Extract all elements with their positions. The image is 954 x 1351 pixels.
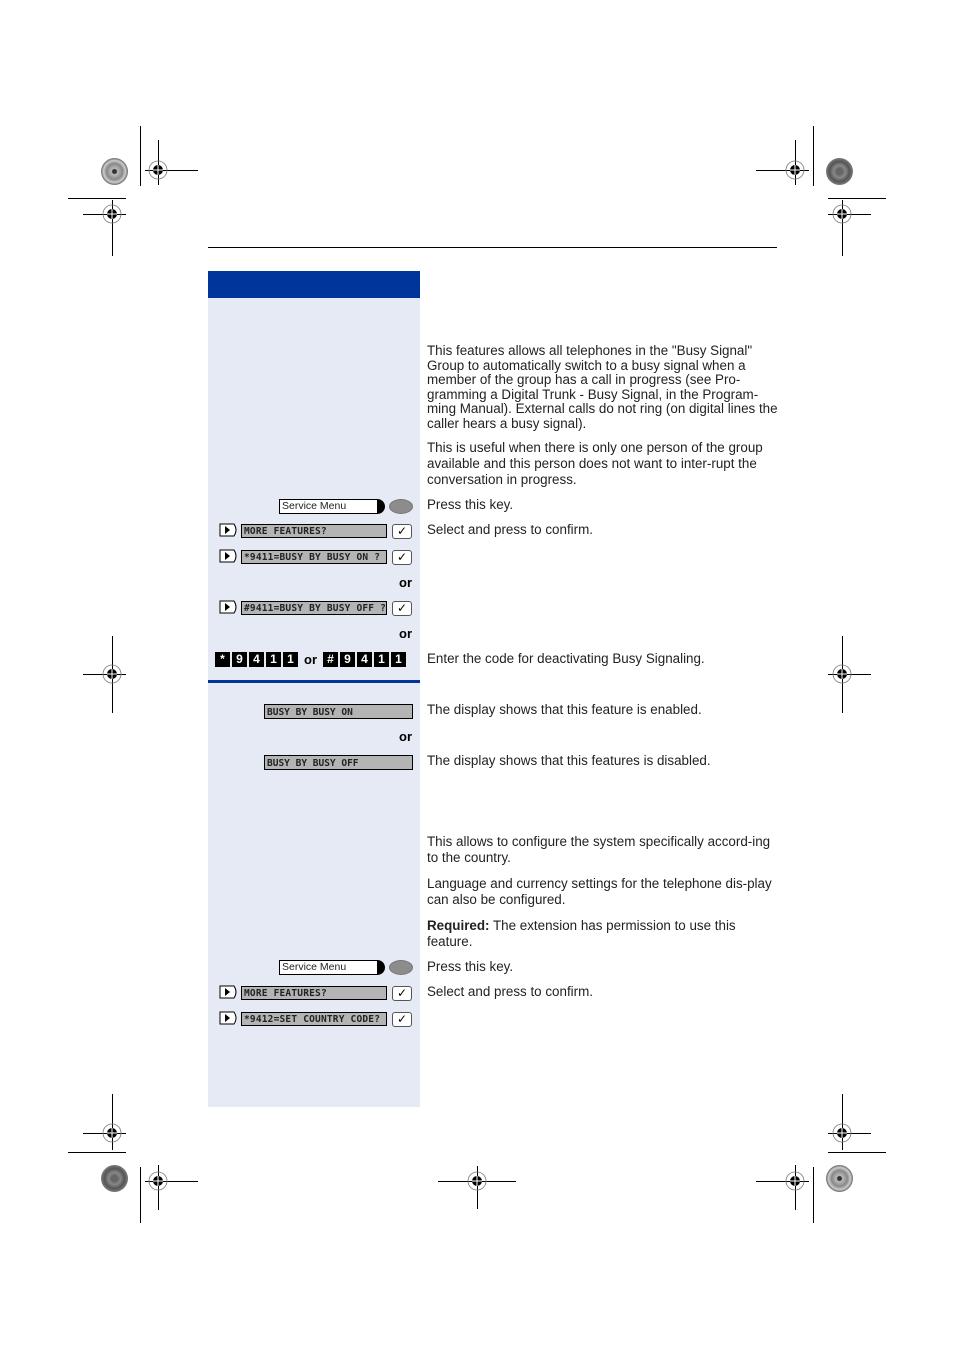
key-digit[interactable]: 1	[266, 651, 281, 667]
crop-mark	[140, 126, 141, 186]
key-digit[interactable]: 1	[374, 651, 389, 667]
service-menu-label: Service Menu	[279, 960, 378, 975]
scroll-arrow-icon[interactable]	[219, 523, 239, 537]
key-digit[interactable]: 9	[340, 651, 355, 667]
display-text: MORE FEATURES?	[241, 986, 387, 1000]
display-text: *9412=SET COUNTRY CODE?	[241, 1012, 387, 1026]
key-star[interactable]: *	[215, 651, 230, 667]
registration-mark-icon	[99, 1120, 125, 1146]
registration-mark-icon	[145, 1168, 171, 1194]
menu-step[interactable]: *9411=BUSY BY BUSY ON ? ✓	[219, 549, 413, 566]
menu-step[interactable]: MORE FEATURES? ✓	[219, 985, 413, 1002]
section2-paragraph: This allows to configure the system spec…	[427, 834, 771, 865]
step-description: Select and press to confirm.	[427, 984, 593, 999]
section2-paragraph: Language and currency settings for the t…	[427, 876, 772, 907]
crop-mark	[140, 1167, 141, 1223]
key-digit[interactable]: 1	[391, 651, 406, 667]
menu-step[interactable]: MORE FEATURES? ✓	[219, 523, 413, 540]
crop-mark	[68, 198, 126, 199]
confirm-check-icon[interactable]: ✓	[392, 1012, 412, 1027]
display-text: #9411=BUSY BY BUSY OFF ?	[241, 601, 387, 615]
or-label: or	[399, 575, 412, 590]
confirm-check-icon[interactable]: ✓	[392, 550, 412, 565]
display-result: BUSY BY BUSY ON	[264, 704, 413, 719]
registration-mark-icon	[829, 201, 855, 227]
key-digit[interactable]: 4	[249, 651, 264, 667]
key-digit[interactable]: 4	[357, 651, 372, 667]
step-description: Enter the code for deactivating Busy Sig…	[427, 651, 705, 666]
color-target-icon	[826, 158, 853, 185]
intro-paragraph: This features allows all telephones in t…	[427, 343, 778, 431]
crop-mark	[813, 126, 814, 186]
key-hash[interactable]: #	[323, 651, 338, 667]
service-key-button[interactable]	[389, 960, 413, 975]
or-label: or	[304, 651, 317, 667]
sidebar-separator	[208, 680, 420, 683]
crop-mark	[813, 1167, 814, 1223]
intro-paragraph: This is useful when there is only one pe…	[427, 440, 763, 487]
required-note: Required: The extension has permission t…	[427, 918, 779, 950]
registration-mark-icon	[782, 1168, 808, 1194]
step-description: Press this key.	[427, 959, 514, 974]
scroll-arrow-icon[interactable]	[219, 1011, 239, 1025]
registration-mark-icon	[829, 1120, 855, 1146]
result-description: The display shows that this feature is e…	[427, 702, 702, 717]
menu-step[interactable]: #9411=BUSY BY BUSY OFF ? ✓	[219, 600, 413, 617]
service-menu-label: Service Menu	[279, 499, 378, 514]
color-target-icon	[101, 1165, 128, 1192]
code-keys: * 9 4 1 1 or # 9 4 1 1	[215, 651, 406, 667]
key-cap	[377, 499, 385, 514]
key-digit[interactable]: 9	[232, 651, 247, 667]
registration-mark-icon	[464, 1168, 490, 1194]
header-rule	[208, 247, 777, 248]
or-label: or	[399, 729, 412, 744]
registration-mark-icon	[99, 661, 125, 687]
display-text: MORE FEATURES?	[241, 524, 387, 538]
scroll-arrow-icon[interactable]	[219, 985, 239, 999]
result-description: The display shows that this features is …	[427, 753, 711, 768]
step-description: Press this key.	[427, 497, 514, 512]
service-menu-key[interactable]: Service Menu	[279, 960, 413, 975]
or-label: or	[399, 626, 412, 641]
step-description: Select and press to confirm.	[427, 522, 593, 537]
service-menu-key[interactable]: Service Menu	[279, 499, 413, 514]
scroll-arrow-icon[interactable]	[219, 549, 239, 563]
instruction-sidebar	[208, 271, 420, 1107]
service-key-button[interactable]	[389, 499, 413, 514]
sidebar-header-bar	[208, 271, 420, 298]
crop-mark	[828, 1152, 886, 1153]
registration-mark-icon	[145, 157, 171, 183]
crop-mark	[828, 198, 886, 199]
registration-mark-icon	[99, 201, 125, 227]
confirm-check-icon[interactable]: ✓	[392, 986, 412, 1001]
registration-mark-icon	[782, 157, 808, 183]
crop-mark	[68, 1152, 126, 1153]
scroll-arrow-icon[interactable]	[219, 600, 239, 614]
display-text: *9411=BUSY BY BUSY ON ?	[241, 550, 387, 564]
key-cap	[377, 960, 385, 975]
menu-step[interactable]: *9412=SET COUNTRY CODE? ✓	[219, 1011, 413, 1028]
key-digit[interactable]: 1	[283, 651, 298, 667]
confirm-check-icon[interactable]: ✓	[392, 524, 412, 539]
required-label: Required:	[427, 918, 490, 933]
display-result: BUSY BY BUSY OFF	[264, 755, 413, 770]
color-target-icon	[101, 158, 128, 185]
confirm-check-icon[interactable]: ✓	[392, 601, 412, 616]
registration-mark-icon	[829, 661, 855, 687]
color-target-icon	[826, 1165, 853, 1192]
